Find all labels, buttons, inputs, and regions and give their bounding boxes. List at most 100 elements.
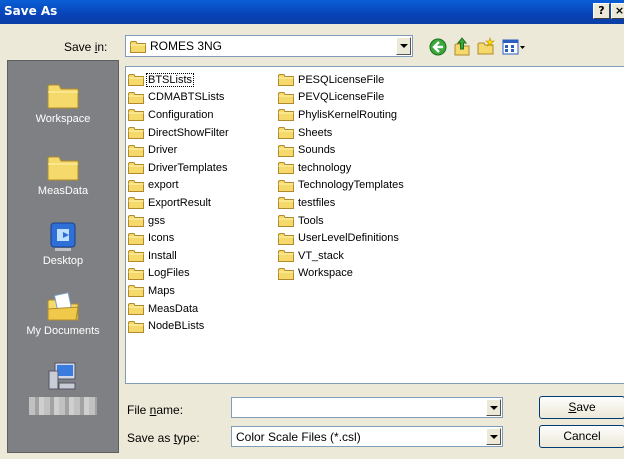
list-item-label: TechnologyTemplates	[298, 179, 404, 192]
chevron-down-icon[interactable]	[396, 37, 411, 55]
list-item-label: Driver	[148, 144, 178, 157]
place-label: Workspace	[35, 113, 91, 125]
list-item-label: CDMABTSLists	[148, 91, 225, 104]
list-item[interactable]: TechnologyTemplates	[278, 177, 405, 195]
list-item-label: VT_stack	[298, 249, 344, 262]
list-item[interactable]: Maps	[128, 282, 230, 300]
list-item-label: export	[148, 179, 179, 192]
place-measdata[interactable]: MeasData	[8, 151, 118, 197]
up-folder-icon[interactable]	[452, 37, 472, 57]
place-desktop[interactable]: Desktop	[8, 221, 118, 267]
list-item[interactable]: export	[128, 177, 230, 195]
folder-icon	[47, 156, 79, 181]
list-item[interactable]: LogFiles	[128, 265, 230, 283]
save-in-dropdown[interactable]: ROMES 3NG	[125, 35, 413, 57]
save-as-type-dropdown[interactable]: Color Scale Files (*.csl)	[231, 426, 503, 447]
list-item[interactable]: NodeBLists	[128, 317, 230, 335]
list-item-label: Workspace	[298, 267, 353, 280]
list-item[interactable]: UserLevelDefinitions	[278, 229, 405, 247]
place-label: My Documents	[26, 325, 100, 337]
close-button[interactable]: ×	[611, 3, 624, 19]
chevron-down-icon[interactable]	[486, 428, 501, 445]
folder-icon	[128, 126, 144, 139]
list-item-label: UserLevelDefinitions	[298, 232, 399, 245]
place-label: MeasData	[37, 185, 89, 197]
folder-icon	[278, 161, 294, 174]
list-item[interactable]: testfiles	[278, 194, 405, 212]
save-in-label: Save in:	[64, 40, 108, 54]
window-title: Save As	[4, 4, 58, 18]
save-as-type-label: Save as type:	[127, 431, 200, 445]
save-in-value: ROMES 3NG	[150, 39, 223, 53]
folder-icon	[278, 249, 294, 262]
save-as-dialog: Save As ? × Save in: ROMES 3NG Workspace…	[0, 0, 624, 459]
place-label: Desktop	[42, 255, 84, 267]
list-item[interactable]: Tools	[278, 212, 405, 230]
folder-icon	[128, 179, 144, 192]
list-item[interactable]: PhylisKernelRouting	[278, 106, 405, 124]
save-button[interactable]: Save	[539, 396, 624, 419]
list-item[interactable]: Icons	[128, 229, 230, 247]
folder-icon	[278, 144, 294, 157]
folder-icon	[47, 84, 79, 109]
list-item[interactable]: ExportResult	[128, 194, 230, 212]
list-item[interactable]: Driver	[128, 141, 230, 159]
folder-icon	[128, 302, 144, 315]
list-item-label: Sounds	[298, 144, 336, 157]
list-item-label: DriverTemplates	[148, 161, 228, 174]
list-item[interactable]: Configuration	[128, 106, 230, 124]
list-item[interactable]: Install	[128, 247, 230, 265]
list-item[interactable]: Sounds	[278, 141, 405, 159]
folder-icon	[128, 91, 144, 104]
file-list[interactable]: BTSLists CDMABTSLists Configuration DirectS…	[125, 66, 624, 384]
list-item[interactable]: BTSLists	[128, 71, 230, 89]
list-item[interactable]: CDMABTSLists	[128, 89, 230, 107]
file-column-2: PESQLicenseFile PEVQLicenseFile PhylisKern…	[278, 71, 405, 282]
list-item-label: PEVQLicenseFile	[298, 91, 385, 104]
list-item-label: NodeBLists	[148, 320, 205, 333]
folder-icon	[128, 214, 144, 227]
folder-icon	[278, 214, 294, 227]
list-item-label: Install	[148, 249, 177, 262]
folder-icon	[128, 320, 144, 333]
list-item[interactable]: Workspace	[278, 265, 405, 283]
help-button[interactable]: ?	[593, 3, 610, 19]
file-name-input[interactable]	[231, 397, 503, 418]
views-menu-icon[interactable]	[501, 37, 527, 57]
folder-icon	[128, 284, 144, 297]
folder-icon	[128, 267, 144, 280]
list-item-label: BTSLists	[145, 72, 195, 87]
list-item-label: PhylisKernelRouting	[298, 108, 398, 121]
save-as-type-value: Color Scale Files (*.csl)	[236, 430, 361, 444]
folder-icon	[128, 144, 144, 157]
back-icon[interactable]	[428, 37, 448, 57]
folder-icon	[278, 196, 294, 209]
cancel-button[interactable]: Cancel	[539, 425, 624, 448]
place-my-computer[interactable]	[8, 361, 118, 415]
list-item-label: testfiles	[298, 196, 336, 209]
list-item[interactable]: Sheets	[278, 124, 405, 142]
folder-icon	[278, 126, 294, 139]
list-item[interactable]: DirectShowFilter	[128, 124, 230, 142]
list-item[interactable]: DriverTemplates	[128, 159, 230, 177]
new-folder-icon[interactable]	[476, 37, 496, 57]
list-item-label: Maps	[148, 284, 175, 297]
place-my-documents[interactable]: My Documents	[8, 291, 118, 337]
list-item[interactable]: VT_stack	[278, 247, 405, 265]
folder-icon	[130, 40, 146, 53]
folder-icon	[128, 161, 144, 174]
list-item[interactable]: MeasData	[128, 300, 230, 318]
list-item-label: technology	[298, 161, 352, 174]
list-item[interactable]: technology	[278, 159, 405, 177]
list-item-label: gss	[148, 214, 166, 227]
file-name-label: File name:	[127, 403, 184, 417]
list-item[interactable]: PESQLicenseFile	[278, 71, 405, 89]
list-item[interactable]: gss	[128, 212, 230, 230]
list-item-label: Configuration	[148, 108, 214, 121]
place-workspace[interactable]: Workspace	[8, 79, 118, 125]
chevron-down-icon[interactable]	[486, 399, 501, 416]
folder-icon	[128, 108, 144, 121]
folder-icon	[128, 196, 144, 209]
list-item[interactable]: PEVQLicenseFile	[278, 89, 405, 107]
title-bar[interactable]: Save As ? ×	[0, 0, 624, 24]
